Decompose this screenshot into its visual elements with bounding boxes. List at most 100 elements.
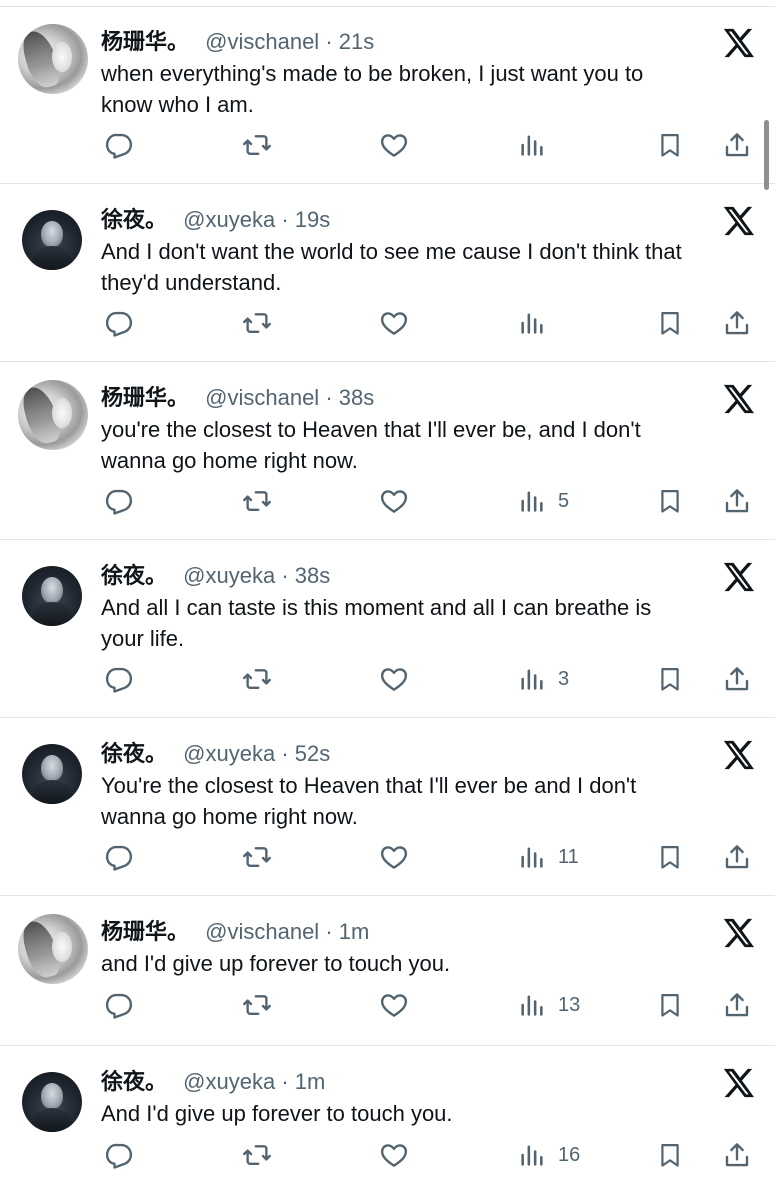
reply-icon	[105, 133, 133, 159]
repost-button[interactable]	[240, 662, 274, 696]
user-handle[interactable]: @vischanel	[205, 29, 319, 54]
user-handle[interactable]: @xuyeka	[183, 741, 275, 766]
user-handle[interactable]: @xuyeka	[183, 207, 275, 232]
tweet[interactable]: 徐夜。 @xuyeka · 19s And I don't want the w…	[0, 184, 775, 362]
timestamp[interactable]: 1m	[295, 1069, 326, 1094]
views-button[interactable]	[518, 128, 558, 162]
views-button[interactable]: 5	[518, 484, 569, 518]
like-icon	[380, 134, 408, 157]
display-name[interactable]: 徐夜。	[101, 207, 167, 232]
views-button[interactable]: 3	[518, 662, 569, 696]
share-button[interactable]	[722, 988, 752, 1022]
display-name[interactable]: 杨珊华。	[101, 385, 189, 410]
display-name[interactable]: 徐夜。	[101, 741, 167, 766]
reply-button[interactable]	[104, 662, 134, 696]
bookmark-button[interactable]	[656, 128, 684, 162]
timestamp[interactable]: 1m	[339, 919, 370, 944]
tweet-header: 杨珊华。 @vischanel · 38s	[101, 384, 374, 412]
bookmark-button[interactable]	[656, 988, 684, 1022]
share-icon	[725, 133, 749, 157]
repost-icon	[243, 313, 271, 333]
reply-icon	[105, 489, 133, 515]
timestamp[interactable]: 38s	[339, 385, 374, 410]
repost-button[interactable]	[240, 484, 274, 518]
like-button[interactable]	[378, 484, 410, 518]
tweet[interactable]: 徐夜。 @xuyeka · 1m And I'd give up forever…	[0, 1046, 775, 1200]
views-button[interactable]: 16	[518, 1138, 580, 1172]
repost-button[interactable]	[240, 1138, 274, 1172]
bookmark-button[interactable]	[656, 1138, 684, 1172]
avatar[interactable]	[18, 380, 88, 450]
share-icon	[725, 993, 749, 1017]
tweet-text: You're the closest to Heaven that I'll e…	[101, 773, 637, 829]
user-handle[interactable]: @xuyeka	[183, 1069, 275, 1094]
like-button[interactable]	[378, 988, 410, 1022]
reply-button[interactable]	[104, 840, 134, 874]
reply-button[interactable]	[104, 988, 134, 1022]
views-button[interactable]	[518, 306, 558, 340]
reply-icon	[105, 667, 133, 693]
bookmark-button[interactable]	[656, 484, 684, 518]
avatar[interactable]	[22, 744, 82, 804]
like-icon	[380, 1144, 408, 1167]
share-button[interactable]	[722, 128, 752, 162]
reply-button[interactable]	[104, 484, 134, 518]
repost-button[interactable]	[240, 840, 274, 874]
tweet[interactable]: 徐夜。 @xuyeka · 38s And all I can taste is…	[0, 540, 775, 718]
reply-button[interactable]	[104, 1138, 134, 1172]
repost-button[interactable]	[240, 128, 274, 162]
avatar[interactable]	[22, 210, 82, 270]
bookmark-button[interactable]	[656, 306, 684, 340]
share-button[interactable]	[722, 484, 752, 518]
views-button[interactable]: 11	[518, 840, 579, 874]
share-button[interactable]	[722, 840, 752, 874]
repost-icon	[243, 847, 271, 867]
timestamp[interactable]: 52s	[295, 741, 330, 766]
display-name[interactable]: 徐夜。	[101, 1069, 167, 1094]
share-icon	[725, 311, 749, 335]
scrollbar[interactable]	[764, 120, 769, 190]
tweet[interactable]: 杨珊华。 @vischanel · 1m and I'd give up for…	[0, 896, 775, 1046]
display-name[interactable]: 杨珊华。	[101, 29, 189, 54]
timestamp[interactable]: 21s	[339, 29, 374, 54]
views-button[interactable]: 13	[518, 988, 580, 1022]
reply-button[interactable]	[104, 306, 134, 340]
display-name[interactable]: 杨珊华。	[101, 919, 189, 944]
tweet[interactable]: 杨珊华。 @vischanel · 38s you're the closest…	[0, 362, 775, 540]
x-logo-icon	[723, 918, 755, 948]
like-button[interactable]	[378, 1138, 410, 1172]
like-button[interactable]	[378, 662, 410, 696]
tweet[interactable]: 徐夜。 @xuyeka · 52s You're the closest to …	[0, 718, 775, 896]
avatar[interactable]	[22, 566, 82, 626]
like-button[interactable]	[378, 128, 410, 162]
views-icon	[521, 847, 543, 868]
share-button[interactable]	[722, 1138, 752, 1172]
bookmark-button[interactable]	[656, 840, 684, 874]
tweet-header: 杨珊华。 @vischanel · 1m	[101, 918, 369, 946]
user-handle[interactable]: @vischanel	[205, 385, 319, 410]
reply-icon	[105, 311, 133, 337]
avatar[interactable]	[22, 1072, 82, 1132]
display-name[interactable]: 徐夜。	[101, 563, 167, 588]
user-handle[interactable]: @vischanel	[205, 919, 319, 944]
share-button[interactable]	[722, 306, 752, 340]
timestamp[interactable]: 19s	[295, 207, 330, 232]
separator-dot: ·	[325, 919, 333, 944]
repost-button[interactable]	[240, 988, 274, 1022]
timestamp[interactable]: 38s	[295, 563, 330, 588]
like-button[interactable]	[378, 306, 410, 340]
repost-button[interactable]	[240, 306, 274, 340]
avatar[interactable]	[18, 914, 88, 984]
repost-icon	[243, 995, 271, 1015]
tweet-actions: 3	[0, 662, 775, 696]
view-count: 3	[558, 667, 570, 690]
tweet[interactable]: 杨珊华。 @vischanel · 21s when everything's …	[0, 6, 775, 184]
like-button[interactable]	[378, 840, 410, 874]
avatar[interactable]	[18, 24, 88, 94]
tweet-header: 徐夜。 @xuyeka · 1m	[101, 1068, 325, 1096]
user-handle[interactable]: @xuyeka	[183, 563, 275, 588]
share-button[interactable]	[722, 662, 752, 696]
reply-button[interactable]	[104, 128, 134, 162]
like-icon	[380, 668, 408, 691]
bookmark-button[interactable]	[656, 662, 684, 696]
